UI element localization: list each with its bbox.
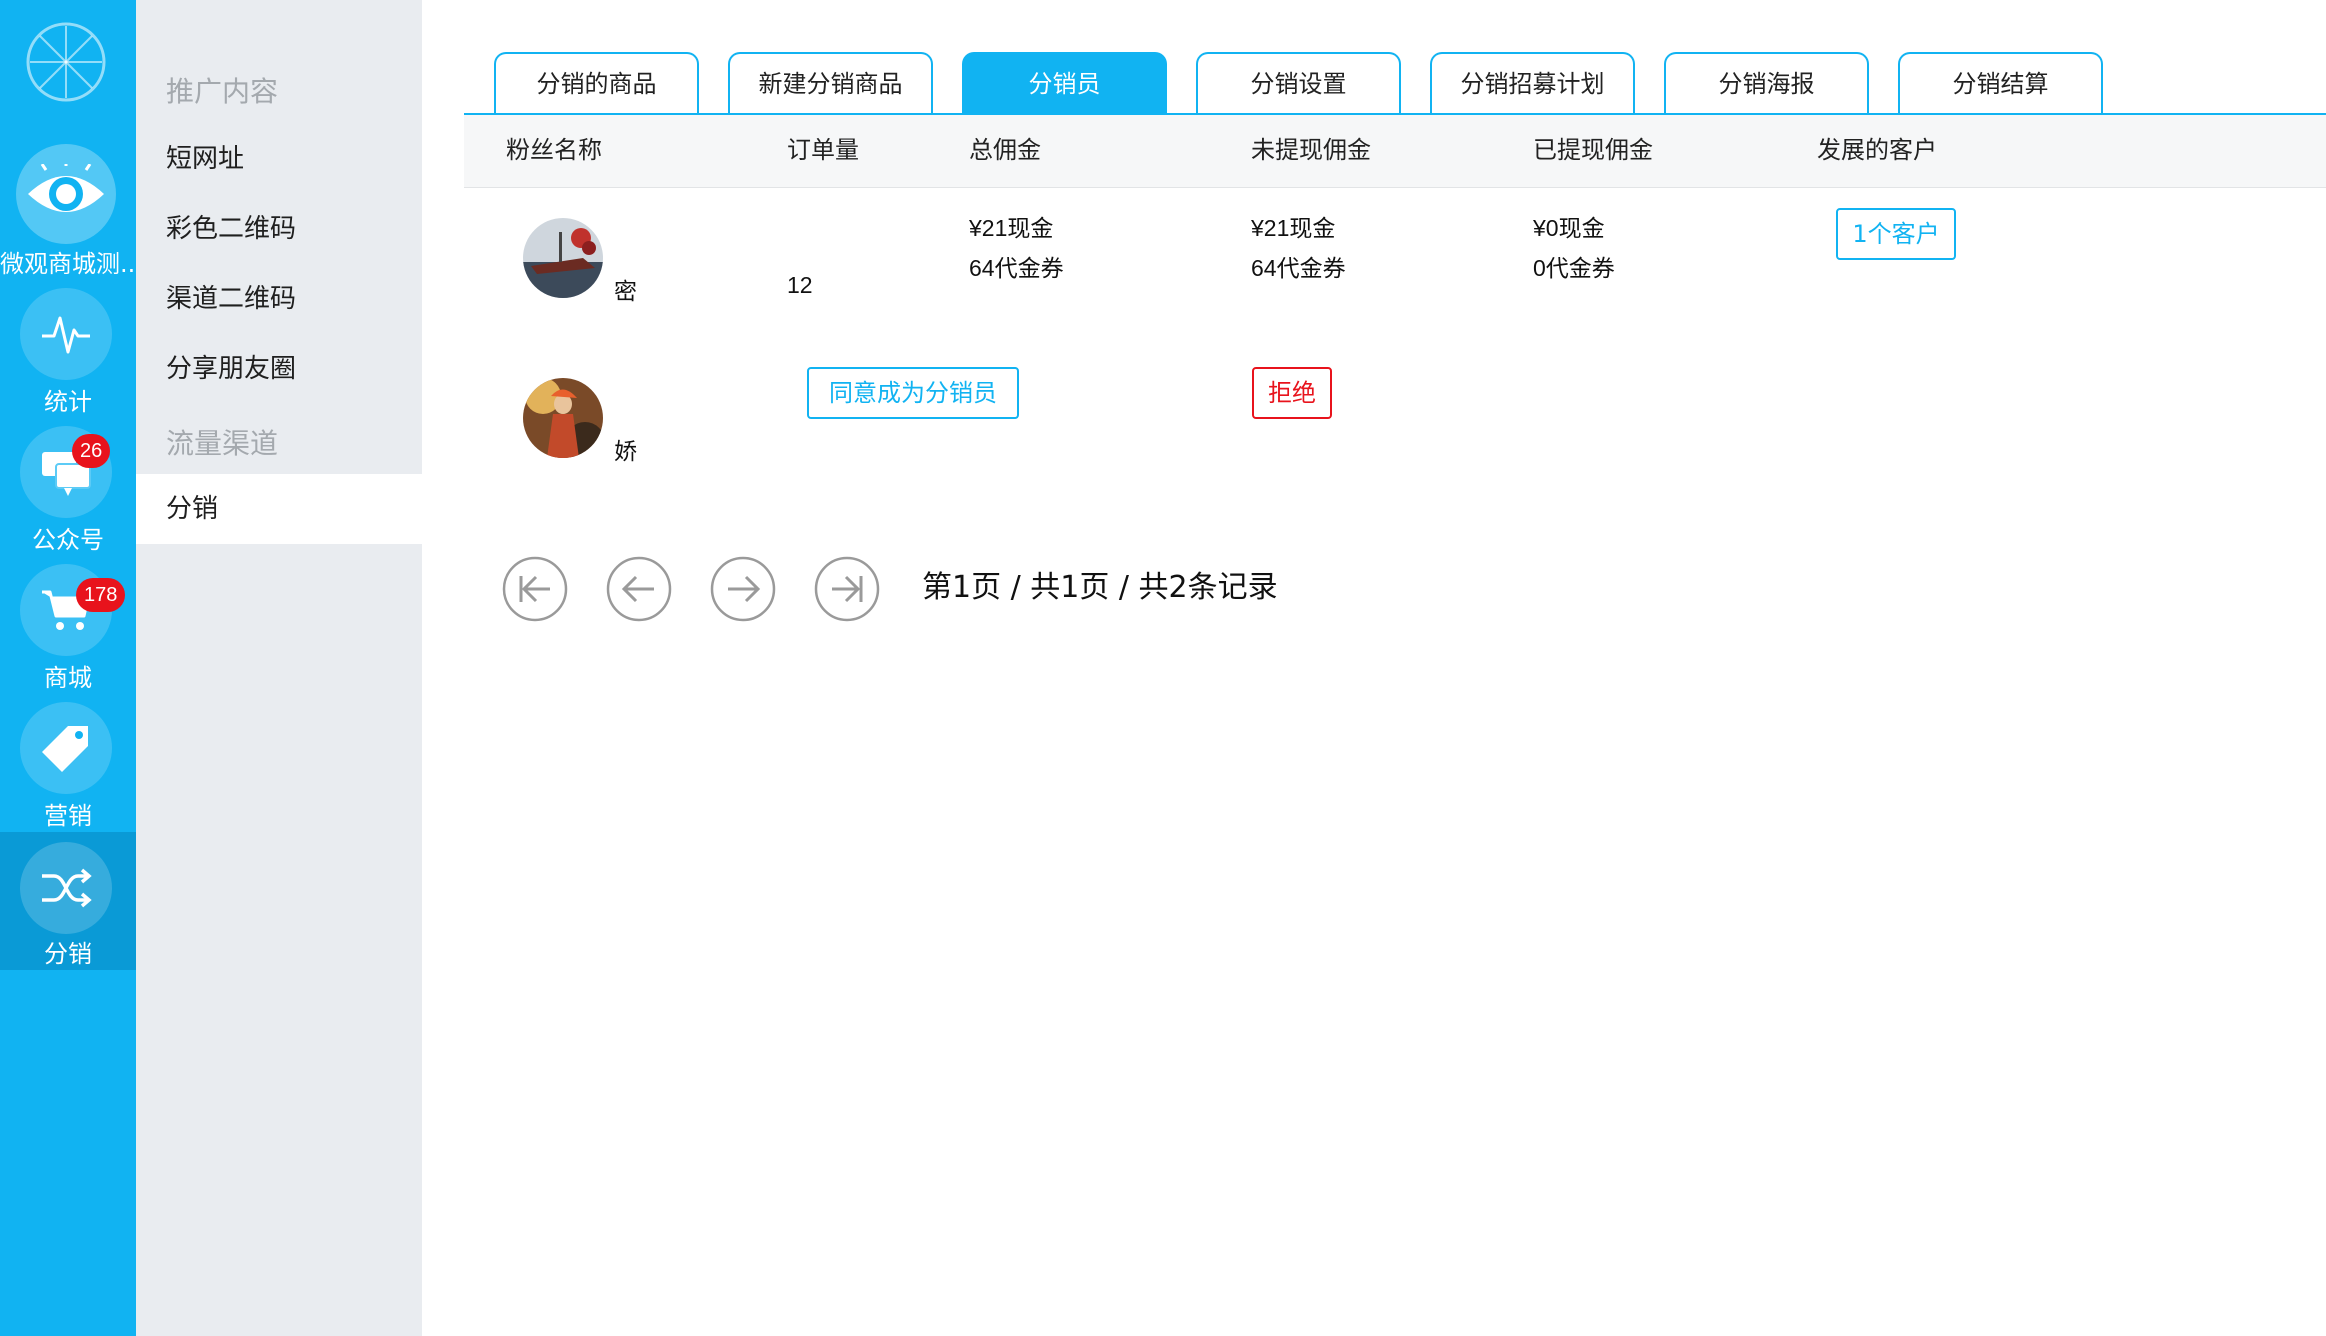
tab-distribution-products[interactable]: 分销的商品 bbox=[494, 52, 699, 114]
col-unwithdrawn-commission: 未提现佣金 bbox=[1251, 136, 1371, 164]
withdrawn-commission: ¥0现金 0代金券 bbox=[1533, 208, 1615, 288]
tag-icon bbox=[20, 702, 112, 794]
avatar bbox=[523, 218, 603, 298]
approve-distributor-button[interactable]: 同意成为分销员 bbox=[807, 367, 1019, 419]
col-orders: 订单量 bbox=[787, 136, 859, 164]
unwithdrawn-cash: ¥21现金 bbox=[1251, 215, 1336, 241]
next-page-icon[interactable] bbox=[710, 556, 776, 622]
secondary-nav: 推广内容 短网址 彩色二维码 渠道二维码 分享朋友圈 流量渠道 分销 bbox=[136, 0, 422, 1336]
last-page-icon[interactable] bbox=[814, 556, 880, 622]
rail-item-official-account[interactable]: 26 公众号 bbox=[0, 416, 136, 554]
tab-distributors[interactable]: 分销员 bbox=[962, 52, 1167, 114]
rail-label-shop: 微观商城测... bbox=[0, 250, 136, 278]
first-page-icon[interactable] bbox=[502, 556, 568, 622]
col-customers: 发展的客户 bbox=[1817, 136, 1937, 164]
rail-label-mall: 商城 bbox=[44, 664, 92, 692]
reject-button[interactable]: 拒绝 bbox=[1252, 367, 1332, 419]
withdrawn-coupons: 0代金券 bbox=[1533, 255, 1615, 281]
rail-label-stats: 统计 bbox=[44, 388, 92, 416]
shuffle-icon bbox=[20, 842, 112, 934]
order-badge: 178 bbox=[76, 578, 126, 612]
total-commission: ¥21现金 64代金券 bbox=[969, 208, 1064, 288]
rail-item-marketing[interactable]: 营销 bbox=[0, 692, 136, 830]
tab-distribution-settlement[interactable]: 分销结算 bbox=[1898, 52, 2103, 114]
pulse-icon bbox=[20, 288, 112, 380]
rail-label-distribution: 分销 bbox=[44, 940, 92, 968]
total-cash: ¥21现金 bbox=[969, 215, 1054, 241]
pagination-status: 第1页 / 共1页 / 共2条记录 bbox=[922, 570, 1278, 605]
wheel-logo-icon bbox=[24, 20, 108, 104]
rail-item-mall[interactable]: 178 商城 bbox=[0, 554, 136, 692]
rail-label-marketing: 营销 bbox=[44, 802, 92, 830]
col-fan-name: 粉丝名称 bbox=[506, 136, 602, 164]
col-withdrawn-commission: 已提现佣金 bbox=[1533, 136, 1653, 164]
subnav-heading-traffic: 流量渠道 bbox=[166, 427, 279, 460]
rail-label-official-account: 公众号 bbox=[32, 526, 104, 554]
avatar bbox=[523, 378, 603, 458]
main-sidebar: 微观商城测... 统计 26 公众号 178 商城 营销 分销 bbox=[0, 0, 136, 1336]
subnav-item-share-moments[interactable]: 分享朋友圈 bbox=[136, 334, 422, 404]
rail-item-shop[interactable]: 微观商城测... bbox=[0, 140, 136, 278]
col-total-commission: 总佣金 bbox=[969, 136, 1041, 164]
rail-item-distribution[interactable]: 分销 bbox=[0, 832, 136, 970]
subnav-item-short-url[interactable]: 短网址 bbox=[136, 124, 422, 194]
unwithdrawn-commission: ¥21现金 64代金券 bbox=[1251, 208, 1346, 288]
subnav-item-color-qrcode[interactable]: 彩色二维码 bbox=[136, 194, 422, 264]
prev-page-icon[interactable] bbox=[606, 556, 672, 622]
unwithdrawn-coupons: 64代金券 bbox=[1251, 255, 1346, 281]
subnav-item-distribution[interactable]: 分销 bbox=[136, 474, 422, 544]
fan-name: 密 bbox=[614, 279, 637, 305]
rail-item-stats[interactable]: 统计 bbox=[0, 278, 136, 416]
order-count: 12 bbox=[787, 272, 813, 298]
total-coupons: 64代金券 bbox=[969, 255, 1064, 281]
unread-badge: 26 bbox=[72, 434, 111, 468]
subnav-heading-promotion: 推广内容 bbox=[166, 75, 279, 108]
customers-button[interactable]: 1个客户 bbox=[1836, 208, 1956, 260]
tab-distribution-poster[interactable]: 分销海报 bbox=[1664, 52, 1869, 114]
tab-distribution-settings[interactable]: 分销设置 bbox=[1196, 52, 1401, 114]
fan-name: 娇 bbox=[614, 439, 637, 465]
withdrawn-cash: ¥0现金 bbox=[1533, 215, 1605, 241]
tab-new-distribution-product[interactable]: 新建分销商品 bbox=[728, 52, 933, 114]
subnav-item-channel-qrcode[interactable]: 渠道二维码 bbox=[136, 264, 422, 334]
table-header: 粉丝名称 订单量 总佣金 未提现佣金 已提现佣金 发展的客户 bbox=[464, 115, 2326, 188]
eye-icon bbox=[16, 144, 116, 244]
tab-recruitment-plan[interactable]: 分销招募计划 bbox=[1430, 52, 1635, 114]
